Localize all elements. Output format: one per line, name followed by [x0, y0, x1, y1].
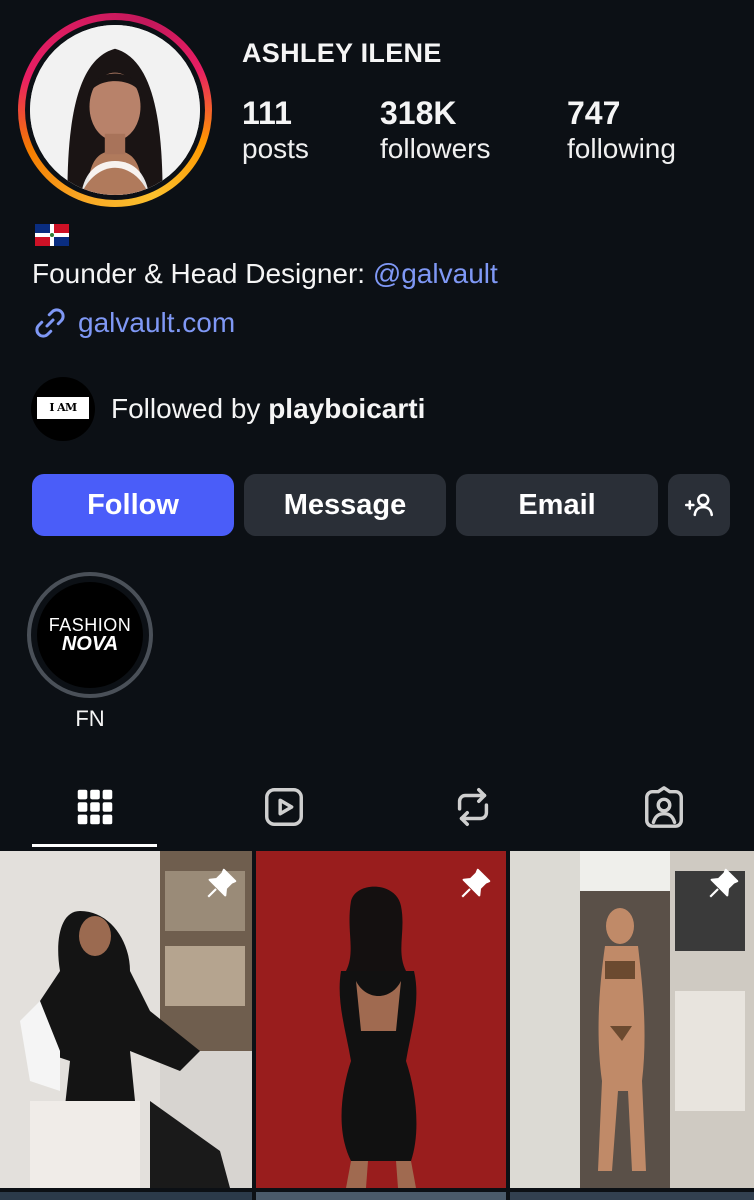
profile-avatar: [30, 25, 200, 195]
grid-icon: [77, 789, 113, 825]
pin-icon: [207, 868, 237, 898]
active-tab-indicator: [32, 844, 157, 847]
followed-by-text: Followed by playboicarti: [111, 393, 425, 425]
followed-by-row[interactable]: I AM MUSIC Followed by playboicarti: [31, 377, 425, 441]
reels-icon: [265, 788, 303, 826]
highlight-label: FN: [75, 706, 105, 731]
posts-label: posts: [242, 133, 309, 164]
followers-stat[interactable]: 318K followers: [380, 94, 490, 166]
link-icon: [35, 308, 65, 338]
dominican-republic-flag-icon: [35, 224, 69, 246]
tab-reposts[interactable]: [450, 784, 496, 830]
highlight-cover-line2: NOVA: [61, 633, 119, 655]
tab-posts[interactable]: [72, 784, 118, 830]
profile-avatar-story-ring[interactable]: [18, 13, 212, 207]
pin-icon: [709, 868, 739, 898]
post-tile[interactable]: [256, 851, 506, 1188]
email-button[interactable]: Email: [456, 474, 658, 536]
post-tile[interactable]: [0, 1192, 252, 1200]
followers-count: 318K: [380, 95, 457, 131]
tab-reels[interactable]: [261, 784, 307, 830]
profile-link[interactable]: galvault.com: [32, 305, 235, 341]
followed-by-username[interactable]: playboicarti: [268, 393, 425, 424]
pin-icon: [461, 868, 491, 898]
profile-link-text: galvault.com: [78, 307, 236, 338]
follow-button[interactable]: Follow: [32, 474, 234, 536]
posts-grid: [0, 848, 754, 1200]
following-stat[interactable]: 747 following: [567, 94, 676, 166]
following-count: 747: [567, 95, 621, 131]
post-tile[interactable]: [0, 851, 252, 1188]
message-button[interactable]: Message: [244, 474, 446, 536]
bio-text: Founder & Head Designer:: [32, 258, 373, 289]
followers-label: followers: [380, 133, 491, 164]
post-image: [0, 851, 252, 1188]
followed-by-prefix: Followed by: [111, 393, 269, 424]
highlight-cover-line1: FASHION: [48, 615, 132, 635]
following-label: following: [567, 133, 676, 164]
reposts-icon: [457, 788, 489, 826]
profile-bio: Founder & Head Designer: @galvault: [32, 256, 498, 292]
post-image: [256, 851, 506, 1188]
posts-stat[interactable]: 111 posts: [242, 94, 309, 166]
profile-page: ASHLEY ILENE 111 posts 318K followers 74…: [0, 0, 754, 1200]
profile-name: ASHLEY ILENE: [242, 38, 442, 68]
followed-by-avatar-text: I AM MUSIC: [37, 397, 89, 436]
highlight-cover: FASHION NOVA: [37, 582, 143, 688]
add-person-icon: [684, 493, 714, 517]
suggested-accounts-button[interactable]: [668, 474, 730, 536]
story-highlight[interactable]: FASHION NOVA: [27, 572, 153, 698]
post-tile[interactable]: [510, 1192, 754, 1200]
followed-by-avatar: I AM MUSIC: [31, 377, 95, 441]
tab-tagged[interactable]: [641, 784, 687, 830]
post-image: [510, 851, 754, 1188]
tagged-icon: [645, 786, 683, 828]
posts-count: 111: [242, 95, 292, 131]
post-tile[interactable]: [256, 1192, 506, 1200]
profile-tabs: [0, 770, 754, 848]
post-tile[interactable]: [510, 851, 754, 1188]
bio-mention-link[interactable]: @galvault: [373, 258, 498, 289]
